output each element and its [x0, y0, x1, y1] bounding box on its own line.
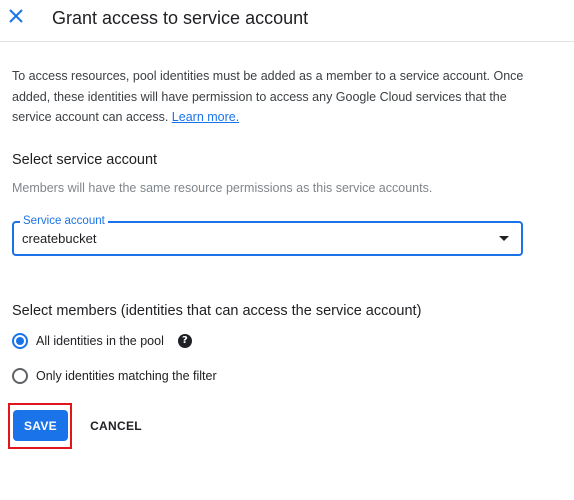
help-icon[interactable]: ?: [177, 334, 192, 348]
close-icon: [9, 9, 23, 23]
radio-button-unchecked[interactable]: [12, 368, 28, 384]
radio-button-checked[interactable]: [12, 333, 28, 349]
cancel-button[interactable]: CANCEL: [84, 410, 148, 441]
radio-option-matching-filter[interactable]: Only identities matching the filter: [12, 366, 217, 386]
service-account-section-title: Select service account: [12, 152, 158, 168]
page-title: Grant access to service account: [52, 8, 309, 28]
close-button[interactable]: [6, 6, 26, 26]
service-account-selected-value: createbucket: [22, 231, 97, 246]
radio-option-label: Only identities matching the filter: [36, 369, 217, 383]
service-account-field-label: Service account: [20, 214, 108, 228]
intro-text: To access resources, pool identities mus…: [12, 69, 524, 124]
service-account-helper-text: Members will have the same resource perm…: [12, 181, 433, 195]
save-button[interactable]: SAVE: [13, 410, 68, 441]
members-section-title: Select members (identities that can acce…: [12, 303, 422, 319]
dropdown-arrow-icon: [499, 236, 509, 241]
radio-option-all-identities[interactable]: All identities in the pool ?: [12, 331, 192, 351]
panel-header: Grant access to service account: [0, 0, 574, 42]
grant-access-panel: Grant access to service account To acces…: [0, 0, 574, 500]
radio-option-label: All identities in the pool: [36, 334, 164, 348]
service-account-select[interactable]: Service account createbucket: [12, 214, 523, 256]
learn-more-link[interactable]: Learn more.: [172, 110, 239, 124]
intro-paragraph: To access resources, pool identities mus…: [12, 66, 542, 128]
